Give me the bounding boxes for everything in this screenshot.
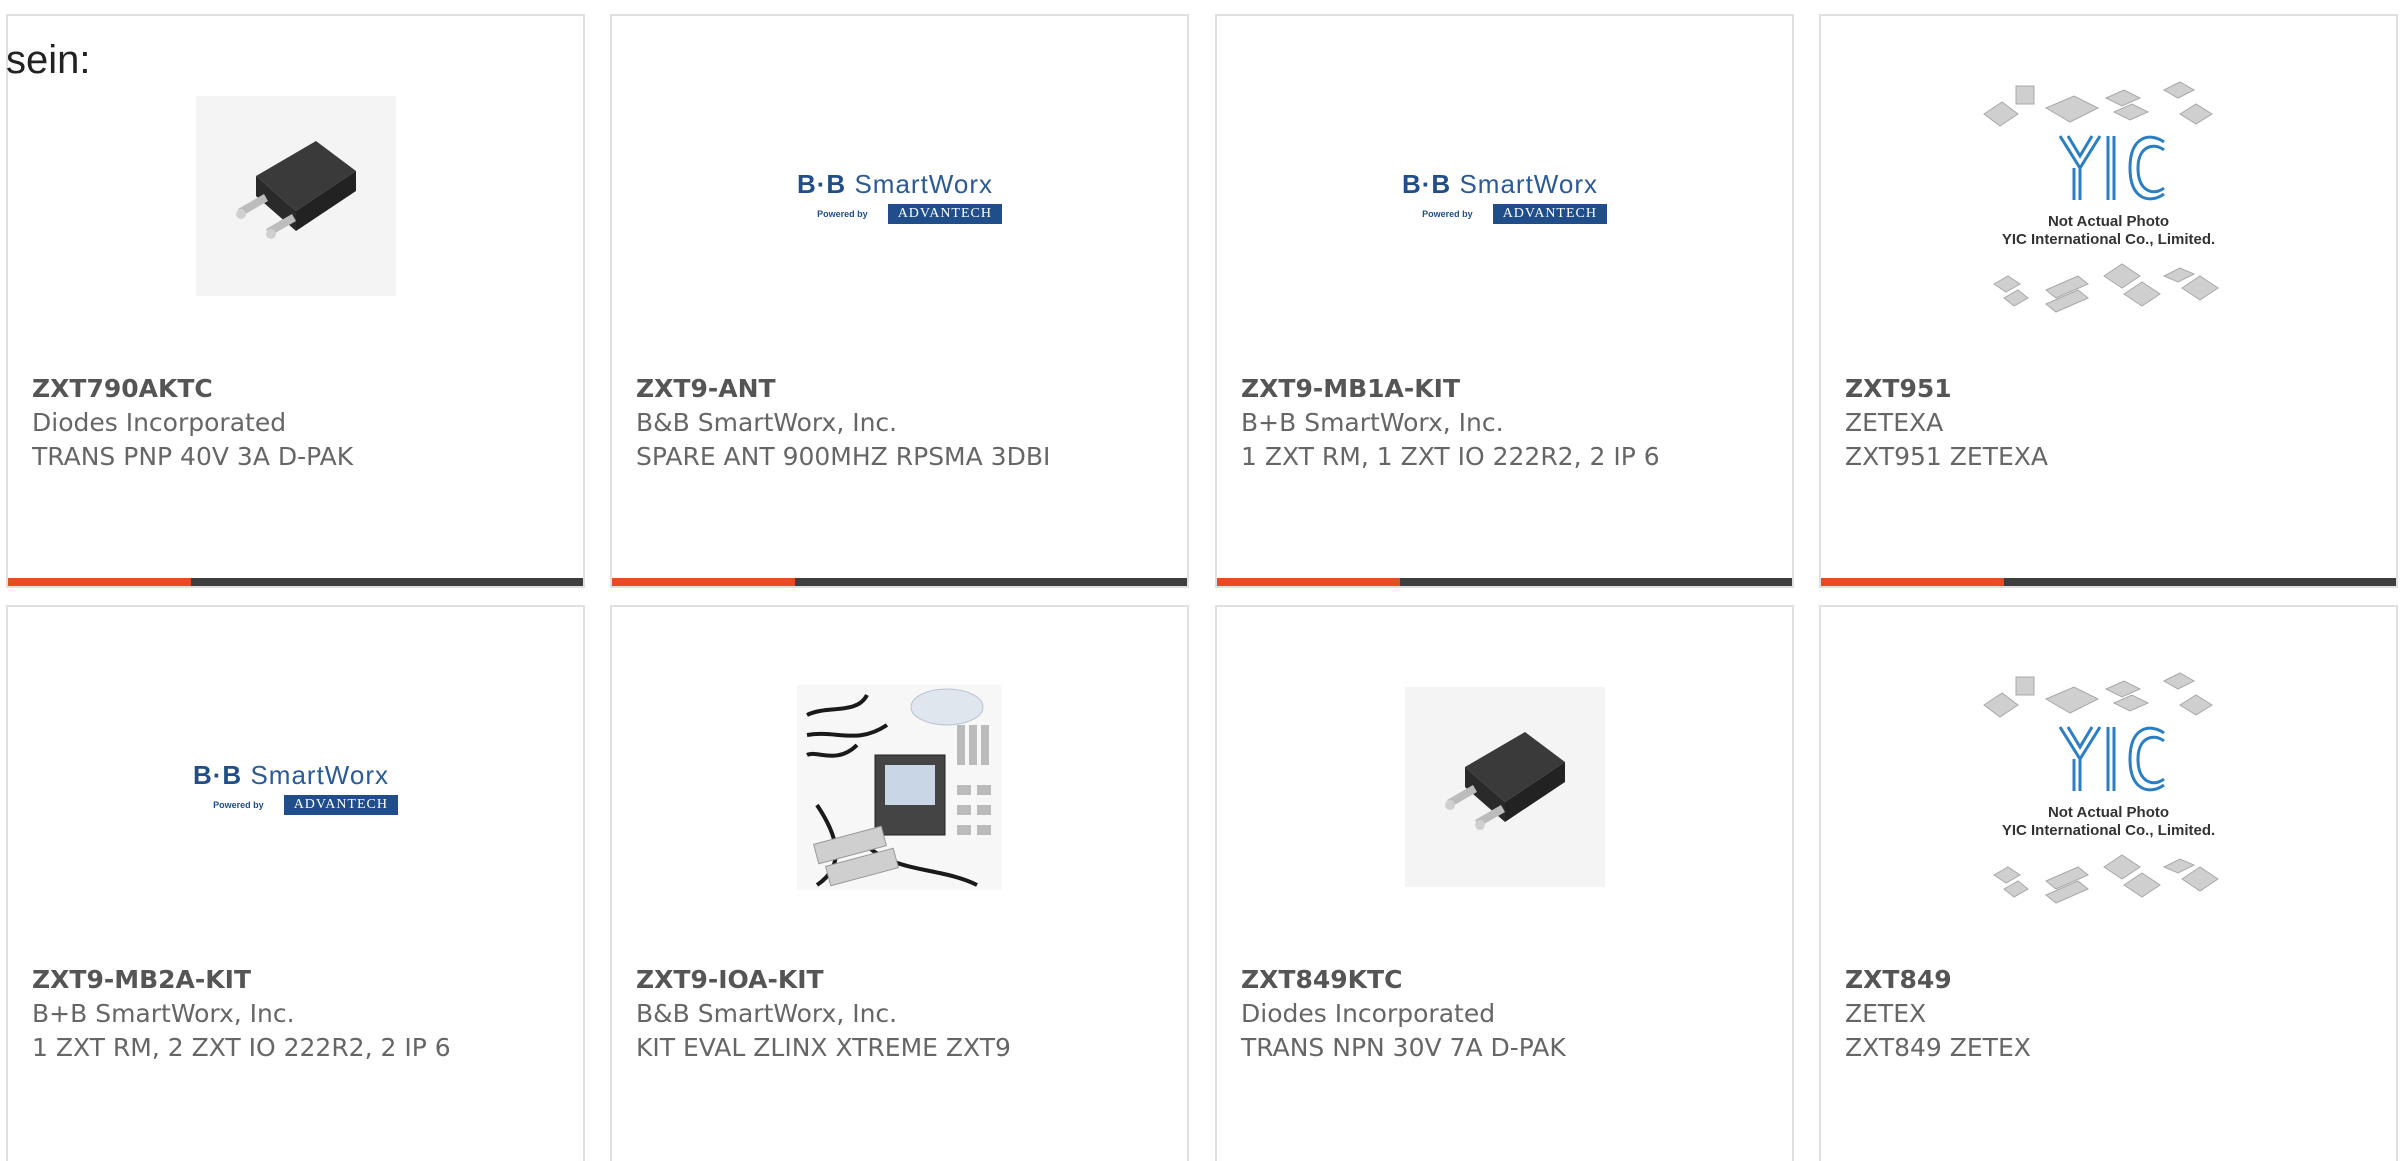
product-card[interactable]: Not Actual Photo YIC International Co., … (1819, 14, 2398, 588)
yic-caption-line2: YIC International Co., Limited. (2001, 822, 2216, 839)
logo-advantech: ADVANTECH (887, 203, 1002, 224)
description: 1 ZXT RM, 2 ZXT IO 222R2, 2 IP 6 (32, 1033, 451, 1062)
description: KIT EVAL ZLINX XTREME ZXT9 (636, 1033, 1011, 1062)
part-number[interactable]: ZXT9-ANT (636, 372, 1163, 406)
manufacturer: B&B SmartWorx, Inc. (636, 999, 898, 1028)
accent-bar (8, 578, 583, 586)
product-info: ZXT9-MB1A-KIT B+B SmartWorx, Inc. 1 ZXT … (1241, 372, 1768, 474)
description: ZXT951 ZETEXA (1845, 442, 2048, 471)
eval-kit-photo-icon (797, 684, 1002, 890)
description: 1 ZXT RM, 1 ZXT IO 222R2, 2 IP 6 (1241, 442, 1660, 471)
logo-bb: B·B (797, 168, 847, 199)
yic-logo-icon (1982, 81, 2219, 313)
product-info: ZXT951 ZETEXA ZXT951 ZETEXA (1845, 372, 2372, 474)
yic-logo-icon (1982, 672, 2219, 904)
product-card[interactable]: ZXT9-IOA-KIT B&B SmartWorx, Inc. KIT EVA… (610, 605, 1189, 1161)
dpak-transistor-icon (1404, 687, 1605, 887)
logo-smartworx: SmartWorx (250, 759, 389, 790)
manufacturer: B+B SmartWorx, Inc. (1241, 408, 1504, 437)
description: SPARE ANT 900MHZ RPSMA 3DBI (636, 442, 1051, 471)
logo-powered-by: Powered by (213, 799, 264, 810)
manufacturer: ZETEX (1845, 999, 1927, 1028)
yic-caption-line1: Not Actual Photo (2047, 213, 2170, 230)
accent-bar (612, 578, 1187, 586)
product-grid: ZXT790AKTC Diodes Incorporated TRANS PNP… (0, 0, 2400, 1161)
bb-smartworx-logo: B·B SmartWorx Powered by ADVANTECH (797, 169, 1002, 224)
logo-smartworx: SmartWorx (1459, 168, 1598, 199)
page: sein: ZXT790AKTC Diodes Incorporated TRA… (0, 0, 2400, 1161)
part-number[interactable]: ZXT9-IOA-KIT (636, 963, 1163, 997)
yic-caption-line1: Not Actual Photo (2047, 804, 2170, 821)
accent-bar-highlight (8, 578, 191, 586)
dpak-transistor-icon (195, 96, 396, 296)
product-image[interactable]: B·B SmartWorx Powered by ADVANTECH (8, 667, 583, 907)
logo-powered-by: Powered by (1422, 208, 1473, 219)
description: TRANS PNP 40V 3A D-PAK (32, 442, 354, 471)
logo-advantech: ADVANTECH (1492, 203, 1607, 224)
accent-bar-highlight (612, 578, 795, 586)
logo-bb: B·B (1402, 168, 1452, 199)
accent-bar-highlight (1821, 578, 2004, 586)
manufacturer: B&B SmartWorx, Inc. (636, 408, 898, 437)
manufacturer: ZETEXA (1845, 408, 1944, 437)
product-info: ZXT9-ANT B&B SmartWorx, Inc. SPARE ANT 9… (636, 372, 1163, 474)
part-number[interactable]: ZXT951 (1845, 372, 2372, 406)
product-image[interactable] (8, 76, 583, 316)
bb-smartworx-logo: B·B SmartWorx Powered by ADVANTECH (193, 760, 398, 815)
yic-placeholder-image: Not Actual Photo YIC International Co., … (1974, 667, 2244, 907)
product-info: ZXT9-MB2A-KIT B+B SmartWorx, Inc. 1 ZXT … (32, 963, 559, 1065)
product-card[interactable]: B·B SmartWorx Powered by ADVANTECH ZXT9-M… (1215, 14, 1794, 588)
product-card[interactable]: B·B SmartWorx Powered by ADVANTECH ZXT9-M… (6, 605, 585, 1161)
description: ZXT849 ZETEX (1845, 1033, 2031, 1062)
logo-bb: B·B (193, 759, 243, 790)
logo-advantech: ADVANTECH (283, 794, 398, 815)
product-image[interactable]: Not Actual Photo YIC International Co., … (1821, 667, 2396, 907)
product-card[interactable]: Not Actual Photo YIC International Co., … (1819, 605, 2398, 1161)
product-image[interactable]: B·B SmartWorx Powered by ADVANTECH (612, 76, 1187, 316)
yic-caption-line2: YIC International Co., Limited. (2001, 231, 2216, 248)
accent-bar (1821, 578, 2396, 586)
manufacturer: Diodes Incorporated (1241, 999, 1496, 1028)
product-image[interactable] (1217, 667, 1792, 907)
part-number[interactable]: ZXT9-MB1A-KIT (1241, 372, 1768, 406)
manufacturer: B+B SmartWorx, Inc. (32, 999, 295, 1028)
product-info: ZXT849 ZETEX ZXT849 ZETEX (1845, 963, 2372, 1065)
manufacturer: Diodes Incorporated (32, 408, 287, 437)
product-card[interactable]: B·B SmartWorx Powered by ADVANTECH ZXT9-A… (610, 14, 1189, 588)
yic-placeholder-image: Not Actual Photo YIC International Co., … (1974, 76, 2244, 316)
product-image[interactable] (612, 667, 1187, 907)
product-info: ZXT849KTC Diodes Incorporated TRANS NPN … (1241, 963, 1768, 1065)
product-card[interactable]: ZXT790AKTC Diodes Incorporated TRANS PNP… (6, 14, 585, 588)
product-image[interactable]: B·B SmartWorx Powered by ADVANTECH (1217, 76, 1792, 316)
accent-bar (1217, 578, 1792, 586)
product-card[interactable]: ZXT849KTC Diodes Incorporated TRANS NPN … (1215, 605, 1794, 1161)
accent-bar-highlight (1217, 578, 1400, 586)
yic-caption: Not Actual Photo YIC International Co., … (1974, 804, 2244, 840)
part-number[interactable]: ZXT790AKTC (32, 372, 559, 406)
logo-powered-by: Powered by (817, 208, 868, 219)
part-number[interactable]: ZXT9-MB2A-KIT (32, 963, 559, 997)
lead-text: sein: (6, 38, 91, 82)
product-info: ZXT790AKTC Diodes Incorporated TRANS PNP… (32, 372, 559, 474)
part-number[interactable]: ZXT849 (1845, 963, 2372, 997)
bb-smartworx-logo: B·B SmartWorx Powered by ADVANTECH (1402, 169, 1607, 224)
product-image[interactable]: Not Actual Photo YIC International Co., … (1821, 76, 2396, 316)
product-info: ZXT9-IOA-KIT B&B SmartWorx, Inc. KIT EVA… (636, 963, 1163, 1065)
part-number[interactable]: ZXT849KTC (1241, 963, 1768, 997)
yic-caption: Not Actual Photo YIC International Co., … (1974, 213, 2244, 249)
description: TRANS NPN 30V 7A D-PAK (1241, 1033, 1566, 1062)
logo-smartworx: SmartWorx (854, 168, 993, 199)
